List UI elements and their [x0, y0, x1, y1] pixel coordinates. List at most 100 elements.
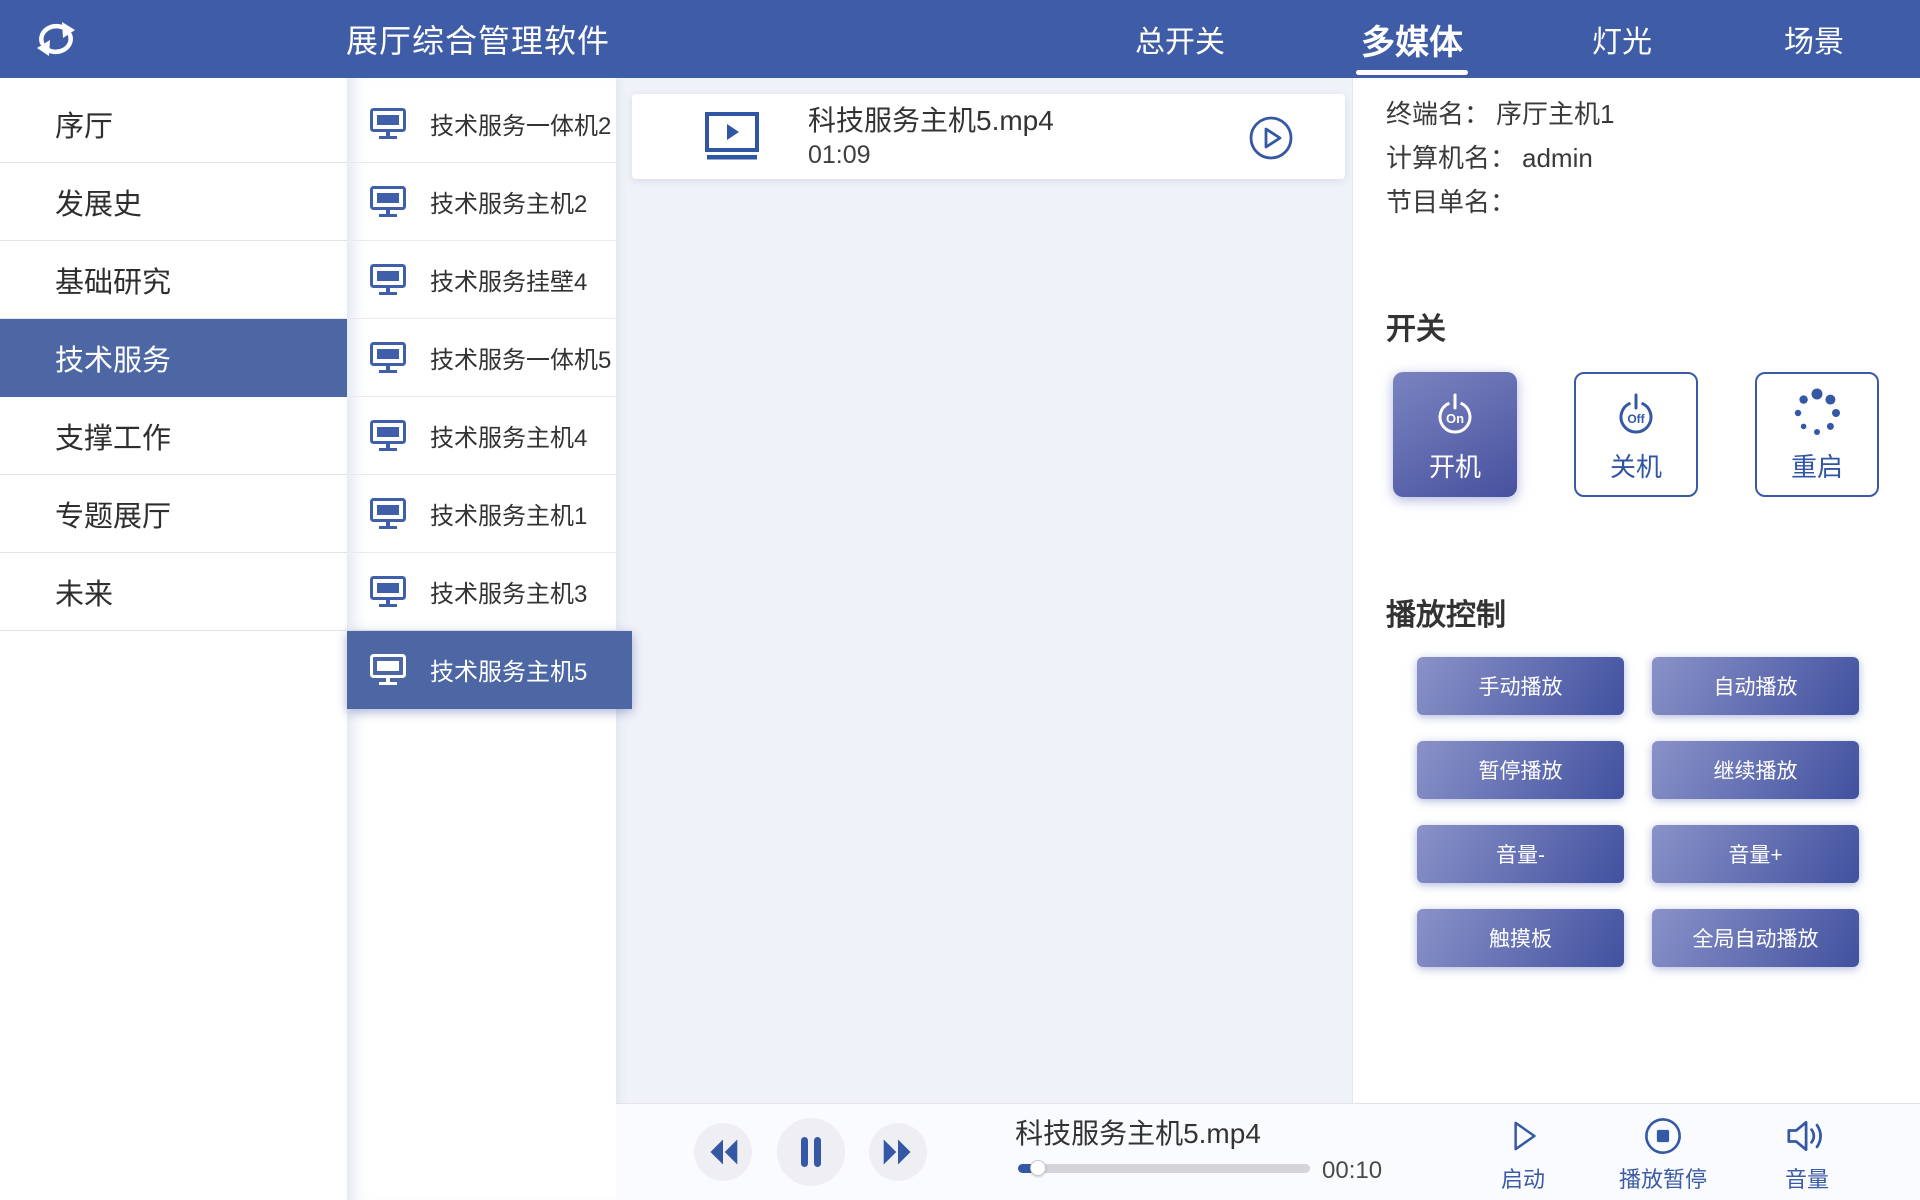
power-on-label: 开机: [1429, 447, 1481, 484]
restart-button[interactable]: 重启: [1755, 372, 1879, 497]
start-label: 启动: [1501, 1162, 1545, 1194]
terminal-name-label: 终端名：: [1386, 99, 1490, 129]
page-title: 展厅综合管理软件: [346, 0, 610, 78]
touchpad-button[interactable]: 触摸板: [1417, 909, 1624, 967]
zone-sidebar: 序厅 发展史 基础研究 技术服务 支撑工作 专题展厅 未来: [0, 78, 347, 1200]
monitor-icon: [370, 576, 406, 608]
device-label: 技术服务主机5: [430, 652, 587, 687]
power-buttons: On 开机 Off 关机: [1393, 372, 1879, 497]
resume-play-button[interactable]: 继续播放: [1652, 741, 1859, 799]
progress-bar[interactable]: [1018, 1164, 1310, 1173]
media-duration: 01:09: [808, 139, 1054, 171]
monitor-icon: [370, 498, 406, 530]
device-label: 技术服务一体机2: [430, 106, 611, 141]
device-item[interactable]: 技术服务主机1: [347, 475, 616, 553]
play-circle-icon[interactable]: [1248, 115, 1294, 161]
play-stop-label: 播放暂停: [1619, 1162, 1707, 1194]
sidebar-item-history[interactable]: 发展史: [0, 163, 347, 241]
pause-play-button[interactable]: 暂停播放: [1417, 741, 1624, 799]
volume-down-button[interactable]: 音量-: [1417, 825, 1624, 883]
manual-play-button[interactable]: 手动播放: [1417, 657, 1624, 715]
sidebar-item-basic-research[interactable]: 基础研究: [0, 241, 347, 319]
now-playing-title: 科技服务主机5.mp4: [988, 1112, 1288, 1152]
pause-icon: [794, 1133, 828, 1171]
power-section-title: 开关: [1386, 304, 1446, 348]
power-on-icon: On: [1427, 386, 1483, 438]
device-item[interactable]: 技术服务主机4: [347, 397, 616, 475]
tab-lighting[interactable]: 灯光: [1592, 0, 1652, 78]
device-list: 技术服务一体机2 技术服务主机2 技术服务挂壁4 技术服务一体机5 技术服务主机…: [347, 78, 616, 1200]
device-item[interactable]: 技术服务主机2: [347, 163, 616, 241]
terminal-name-line: 终端名：序厅主机1: [1386, 92, 1614, 136]
top-bar: 展厅综合管理软件 总开关 多媒体 灯光 场景: [0, 0, 1920, 78]
device-item[interactable]: 技术服务主机3: [347, 553, 616, 631]
play-outline-icon: [1505, 1114, 1541, 1158]
device-item-selected[interactable]: 技术服务主机5: [347, 631, 632, 709]
sidebar-item-tech-service[interactable]: 技术服务: [0, 319, 347, 397]
device-item[interactable]: 技术服务一体机2: [347, 85, 616, 163]
sidebar-item-support-work[interactable]: 支撑工作: [0, 397, 347, 475]
device-label: 技术服务主机1: [430, 496, 587, 531]
volume-label: 音量: [1785, 1162, 1829, 1194]
svg-text:On: On: [1446, 411, 1464, 426]
power-off-label: 关机: [1610, 447, 1662, 484]
tab-multimedia[interactable]: 多媒体: [1361, 0, 1463, 78]
pause-button[interactable]: [777, 1118, 845, 1186]
sidebar-item-special-exhibit[interactable]: 专题展厅: [0, 475, 347, 553]
sidebar-item-future[interactable]: 未来: [0, 553, 347, 631]
device-label: 技术服务主机4: [430, 418, 587, 453]
rewind-icon: [703, 1135, 743, 1169]
rewind-button[interactable]: [694, 1123, 752, 1181]
video-file-icon: [705, 112, 759, 162]
device-label: 技术服务主机3: [430, 574, 587, 609]
device-label: 技术服务一体机5: [430, 340, 611, 375]
fast-forward-icon: [878, 1135, 918, 1169]
device-item[interactable]: 技术服务一体机5: [347, 319, 616, 397]
svg-text:Off: Off: [1627, 412, 1645, 426]
tab-master-switch[interactable]: 总开关: [1135, 0, 1225, 78]
global-auto-play-button[interactable]: 全局自动播放: [1652, 909, 1859, 967]
monitor-icon: [370, 342, 406, 374]
monitor-icon: [370, 654, 406, 686]
sync-icon[interactable]: [32, 17, 80, 61]
power-on-button[interactable]: On 开机: [1393, 372, 1517, 497]
exhibition-management-app: 展厅综合管理软件 总开关 多媒体 灯光 场景 序厅 发展史 基础研究 技术服务 …: [0, 0, 1920, 1200]
tab-scene[interactable]: 场景: [1784, 0, 1844, 78]
playlist-name-line: 节目单名：: [1386, 180, 1614, 224]
monitor-icon: [370, 186, 406, 218]
media-meta: 科技服务主机5.mp4 01:09: [808, 103, 1054, 171]
media-list-panel: 科技服务主机5.mp4 01:09: [616, 78, 1352, 1103]
device-label: 技术服务主机2: [430, 184, 587, 219]
player-bar: 科技服务主机5.mp4 00:10 启动 播放暂停: [616, 1103, 1920, 1200]
sidebar-item-lobby[interactable]: 序厅: [0, 85, 347, 163]
restart-spinner-icon: [1789, 386, 1845, 438]
elapsed-time: 00:10: [1322, 1157, 1382, 1185]
terminal-info: 终端名：序厅主机1 计算机名：admin 节目单名：: [1386, 92, 1614, 224]
monitor-icon: [370, 420, 406, 452]
restart-label: 重启: [1791, 447, 1843, 484]
device-item[interactable]: 技术服务挂壁4: [347, 241, 616, 319]
monitor-icon: [370, 108, 406, 140]
start-button[interactable]: 启动: [1463, 1114, 1583, 1194]
playback-section-title: 播放控制: [1386, 590, 1506, 634]
volume-up-button[interactable]: 音量+: [1652, 825, 1859, 883]
power-off-button[interactable]: Off 关机: [1574, 372, 1698, 497]
playback-buttons: 手动播放 自动播放 暂停播放 继续播放 音量- 音量+ 触摸板 全局自动播放: [1417, 657, 1859, 967]
playlist-name-label: 节目单名：: [1386, 187, 1516, 217]
volume-button[interactable]: 音量: [1747, 1114, 1867, 1194]
terminal-name-value: 序厅主机1: [1496, 99, 1614, 129]
progress-thumb[interactable]: [1030, 1160, 1046, 1176]
media-list-item[interactable]: 科技服务主机5.mp4 01:09: [632, 94, 1345, 179]
auto-play-button[interactable]: 自动播放: [1652, 657, 1859, 715]
computer-name-label: 计算机名：: [1386, 143, 1516, 173]
computer-name-value: admin: [1522, 143, 1593, 173]
device-label: 技术服务挂壁4: [430, 262, 587, 297]
media-name: 科技服务主机5.mp4: [808, 103, 1054, 139]
monitor-icon: [370, 264, 406, 296]
fast-forward-button[interactable]: [869, 1123, 927, 1181]
terminal-control-panel: 终端名：序厅主机1 计算机名：admin 节目单名： 开关 On 开机: [1352, 78, 1920, 1103]
stop-circle-icon: [1642, 1114, 1684, 1158]
play-stop-button[interactable]: 播放暂停: [1603, 1114, 1723, 1194]
computer-name-line: 计算机名：admin: [1386, 136, 1614, 180]
power-off-icon: Off: [1608, 386, 1664, 438]
